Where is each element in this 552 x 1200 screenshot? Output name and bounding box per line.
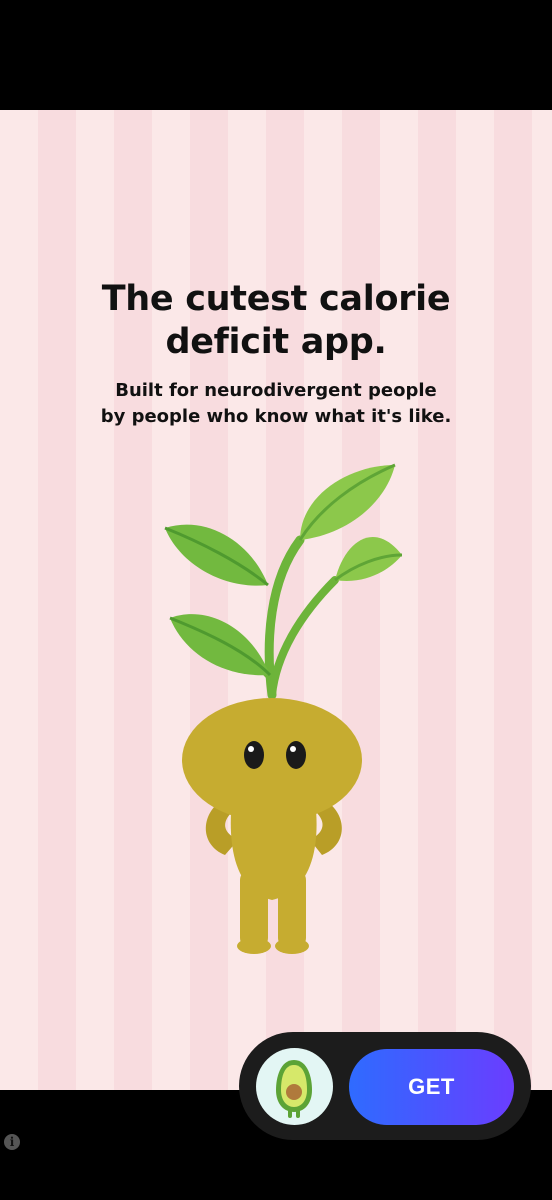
ad-headline: The cutest calorie deficit app. bbox=[0, 278, 552, 364]
ad-subheadline-line-2: by people who know what it's like. bbox=[100, 406, 452, 427]
info-icon[interactable]: i bbox=[4, 1134, 20, 1150]
ad-subheadline: Built for neurodivergent people by peopl… bbox=[0, 378, 552, 430]
ad-headline-line-1: The cutest calorie bbox=[101, 279, 451, 319]
ad-headline-line-2: deficit app. bbox=[165, 322, 387, 362]
ad-subheadline-line-1: Built for neurodivergent people bbox=[115, 380, 437, 401]
avocado-illustration bbox=[276, 1060, 312, 1118]
sprout-mascot-illustration bbox=[164, 463, 403, 954]
avocado-icon[interactable] bbox=[256, 1048, 333, 1125]
get-button[interactable]: GET bbox=[349, 1049, 514, 1125]
ad-creative[interactable]: The cutest calorie deficit app. Built fo… bbox=[0, 110, 552, 1090]
